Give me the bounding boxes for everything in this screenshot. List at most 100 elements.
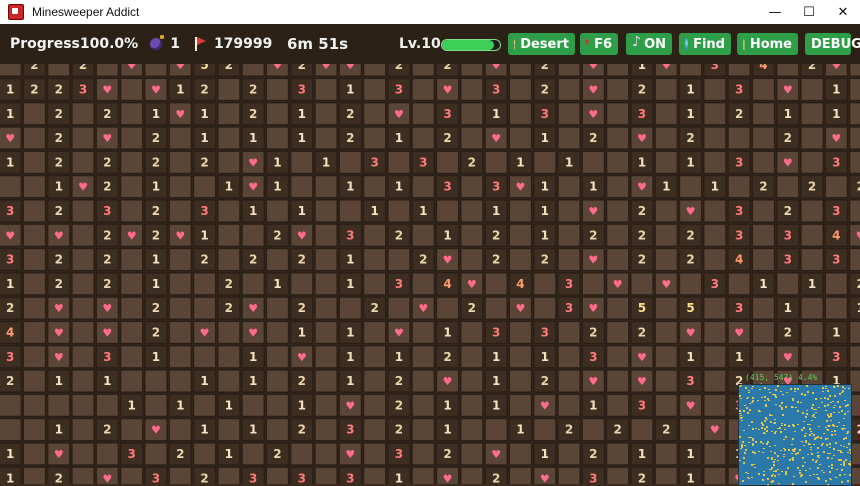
board-cell[interactable]: 2 — [436, 64, 458, 76]
board-cell[interactable] — [315, 443, 337, 465]
board-cell[interactable]: 2 — [23, 64, 45, 76]
board-cell[interactable]: 1 — [679, 151, 701, 173]
board-cell[interactable] — [655, 443, 677, 465]
board-cell[interactable]: 4 — [0, 321, 21, 343]
board-cell[interactable] — [412, 394, 434, 416]
board-cell[interactable]: ♥ — [461, 273, 483, 295]
board-cell[interactable] — [558, 200, 580, 222]
cell-tile[interactable] — [728, 127, 750, 149]
board-cell[interactable] — [655, 394, 677, 416]
cell-tile[interactable] — [242, 394, 264, 416]
board-cell[interactable] — [704, 297, 726, 319]
board-cell[interactable] — [315, 467, 337, 484]
board-cell[interactable] — [364, 443, 386, 465]
board-cell[interactable]: 1 — [777, 297, 799, 319]
board-cell[interactable] — [412, 78, 434, 100]
board-cell[interactable] — [193, 443, 215, 465]
board-cell[interactable]: 3 — [679, 370, 701, 392]
board-cell[interactable]: 2 — [72, 64, 94, 76]
board-cell[interactable] — [704, 321, 726, 343]
board-cell[interactable] — [266, 103, 288, 125]
board-cell[interactable] — [218, 321, 240, 343]
board-cell[interactable] — [121, 200, 143, 222]
cell-tile[interactable] — [364, 64, 386, 76]
board-cell[interactable] — [850, 151, 860, 173]
board-cell[interactable] — [218, 200, 240, 222]
cell-tile[interactable] — [364, 78, 386, 100]
board-cell[interactable] — [169, 127, 191, 149]
cell-tile[interactable] — [121, 273, 143, 295]
cell-tile[interactable] — [436, 200, 458, 222]
board-cell[interactable] — [850, 321, 860, 343]
board-cell[interactable]: 3 — [436, 176, 458, 198]
cell-tile[interactable] — [607, 151, 629, 173]
cell-tile[interactable] — [655, 200, 677, 222]
board-cell[interactable] — [704, 78, 726, 100]
cell-tile[interactable] — [315, 346, 337, 368]
cell-tile[interactable] — [777, 176, 799, 198]
board-cell[interactable]: ♥ — [777, 78, 799, 100]
board-cell[interactable] — [582, 419, 604, 441]
cell-tile[interactable] — [169, 297, 191, 319]
board-cell[interactable]: ♥ — [388, 103, 410, 125]
board-cell[interactable] — [339, 297, 361, 319]
board-cell[interactable] — [23, 321, 45, 343]
board-cell[interactable] — [72, 200, 94, 222]
board-cell[interactable] — [631, 273, 653, 295]
board-cell[interactable]: 2 — [461, 297, 483, 319]
board-cell[interactable] — [218, 370, 240, 392]
board-cell[interactable]: ♥ — [655, 64, 677, 76]
board-cell[interactable]: 1 — [436, 419, 458, 441]
cell-tile[interactable] — [193, 443, 215, 465]
board-cell[interactable]: 2 — [169, 443, 191, 465]
board-cell[interactable]: 1 — [96, 370, 118, 392]
board-cell[interactable]: 2 — [96, 419, 118, 441]
find-button[interactable]: Find — [679, 33, 731, 55]
board-cell[interactable] — [364, 346, 386, 368]
board-cell[interactable]: 2 — [388, 370, 410, 392]
board-cell[interactable]: 1 — [242, 200, 264, 222]
cell-tile[interactable] — [509, 370, 531, 392]
board-cell[interactable]: 1 — [388, 346, 410, 368]
board-cell[interactable]: 2 — [801, 176, 823, 198]
cell-tile[interactable] — [364, 419, 386, 441]
board-cell[interactable]: 1 — [534, 200, 556, 222]
board-cell[interactable] — [218, 248, 240, 270]
cell-tile[interactable] — [218, 419, 240, 441]
cell-tile[interactable] — [169, 248, 191, 270]
board-cell[interactable] — [485, 151, 507, 173]
board-cell[interactable]: 2 — [777, 321, 799, 343]
board-cell[interactable]: ♥ — [850, 224, 860, 246]
cell-tile[interactable] — [704, 224, 726, 246]
board-cell[interactable] — [752, 297, 774, 319]
board-cell[interactable] — [728, 64, 750, 76]
board-cell[interactable]: 3 — [72, 78, 94, 100]
cell-tile[interactable] — [315, 321, 337, 343]
board-cell[interactable]: 1 — [0, 443, 21, 465]
board-cell[interactable]: 1 — [193, 419, 215, 441]
board-cell[interactable] — [72, 127, 94, 149]
board-cell[interactable]: ♥ — [582, 297, 604, 319]
board-cell[interactable] — [461, 64, 483, 76]
cell-tile[interactable] — [461, 78, 483, 100]
board-cell[interactable] — [534, 151, 556, 173]
board-cell[interactable] — [23, 224, 45, 246]
board-cell[interactable] — [558, 443, 580, 465]
board-cell[interactable] — [461, 176, 483, 198]
board-cell[interactable]: 1 — [145, 248, 167, 270]
board-cell[interactable]: ♥ — [96, 321, 118, 343]
cell-tile[interactable] — [461, 127, 483, 149]
board-cell[interactable] — [679, 273, 701, 295]
cell-tile[interactable] — [558, 127, 580, 149]
cell-tile[interactable] — [339, 297, 361, 319]
board-cell[interactable] — [121, 127, 143, 149]
board-cell[interactable]: 3 — [485, 321, 507, 343]
board-cell[interactable]: 3 — [339, 419, 361, 441]
cell-tile[interactable] — [704, 200, 726, 222]
cell-tile[interactable] — [242, 64, 264, 76]
board-cell[interactable]: 2 — [48, 248, 70, 270]
cell-tile[interactable] — [509, 200, 531, 222]
board-cell[interactable] — [825, 297, 847, 319]
board-cell[interactable] — [315, 370, 337, 392]
board-cell[interactable] — [364, 370, 386, 392]
